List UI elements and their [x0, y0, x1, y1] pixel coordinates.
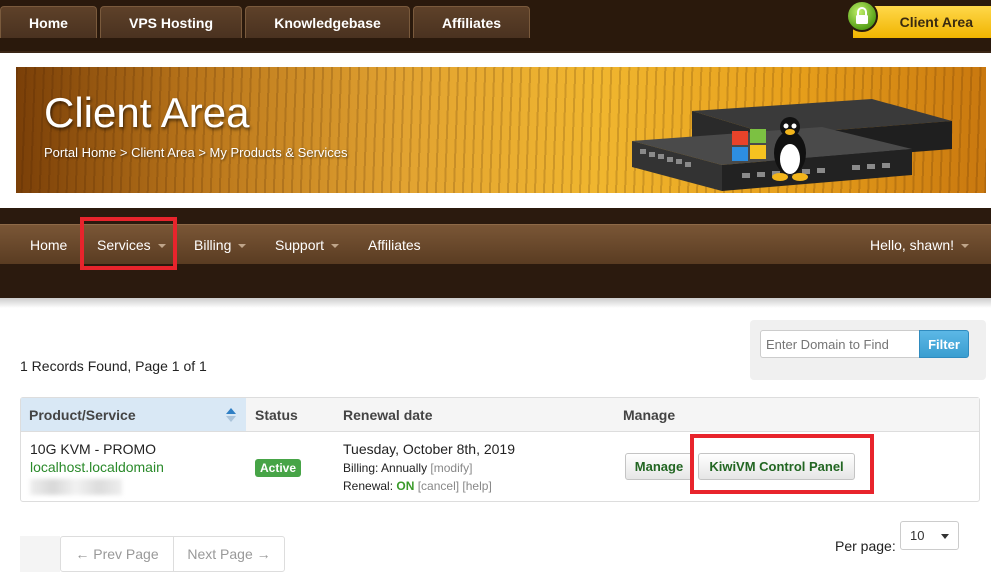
top-tab-knowledgebase[interactable]: Knowledgebase [245, 6, 410, 38]
manage-button[interactable]: Manage [625, 453, 693, 480]
nav-affiliates[interactable]: Affiliates [368, 225, 421, 265]
nav-home-label: Home [30, 237, 68, 253]
status-badge: Active [255, 459, 302, 477]
redacted-ip [30, 479, 122, 495]
next-page-button[interactable]: Next Page → [174, 537, 284, 571]
kiwivm-highlight-box [690, 434, 874, 494]
cancel-link[interactable]: [cancel] [418, 479, 459, 493]
services-table: Product/Service Status Renewal date Mana… [20, 397, 980, 502]
records-prefix: 1 Records Found, Page [20, 358, 172, 374]
records-middle: of [179, 358, 200, 374]
caret-down-icon [331, 244, 340, 248]
billing-value: Annually [381, 461, 428, 475]
records-page: 1 [171, 358, 180, 374]
content-top-shadow [0, 298, 991, 308]
auto-renewal: Renewal: ON [cancel] [help] [343, 479, 492, 493]
records-total: 1 [199, 358, 207, 374]
modify-link[interactable]: [modify] [430, 461, 472, 475]
table-row: 10G KVM - PROMO localhost.localdomain Ac… [21, 432, 979, 502]
breadcrumb-separator: > [198, 145, 206, 160]
per-page-label: Per page: [835, 538, 896, 554]
banner-frame: Client Area Portal Home > Client Area > … [0, 51, 991, 208]
nav-home[interactable]: Home [30, 225, 67, 265]
nav-support-label: Support [275, 237, 325, 253]
breadcrumb-client-area[interactable]: Client Area [131, 145, 195, 160]
column-header-manage: Manage [623, 406, 676, 423]
caret-down-icon [961, 244, 969, 248]
billing-label: Billing: [343, 461, 382, 475]
top-tab-vps-hosting[interactable]: VPS Hosting [100, 6, 242, 38]
server-illustration [632, 99, 952, 191]
table-header: Product/Service Status Renewal date Mana… [21, 398, 979, 432]
records-summary: 1 Records Found, Page 1 of 1 [20, 358, 207, 374]
domain-filter: Filter [750, 320, 986, 380]
renewal-label: Renewal: [343, 479, 397, 493]
user-greeting: Hello, shawn! [869, 237, 954, 253]
filter-button[interactable]: Filter [919, 330, 969, 358]
pagination: ← Prev Page Next Page → [60, 536, 285, 572]
billing-cycle: Billing: Annually [modify] [343, 461, 472, 475]
page-title: Client Area [44, 89, 250, 136]
per-page-select[interactable]: 10 [900, 521, 959, 550]
nav-affiliates-label: Affiliates [368, 237, 421, 253]
column-header-product-label: Product/Service [29, 406, 136, 423]
column-header-product[interactable]: Product/Service [21, 398, 246, 431]
sort-icon [226, 408, 236, 422]
breadcrumb-portal-home[interactable]: Portal Home [44, 145, 116, 160]
user-menu[interactable]: Hello, shawn! [870, 225, 969, 265]
top-tab-affiliates[interactable]: Affiliates [413, 6, 530, 38]
column-header-status[interactable]: Status [247, 398, 335, 431]
domain-search-input[interactable] [760, 330, 920, 358]
nav-billing[interactable]: Billing [194, 225, 247, 265]
lock-icon [846, 0, 878, 32]
column-header-renewal[interactable]: Renewal date [335, 398, 615, 431]
help-link[interactable]: [help] [462, 479, 491, 493]
main-nav-wrapper: Home Services Billing Support Affiliates… [0, 208, 991, 298]
nav-billing-label: Billing [194, 237, 232, 253]
main-content: 1 Records Found, Page 1 of 1 Filter Prod… [0, 298, 991, 578]
services-highlight-box [80, 217, 177, 270]
caret-down-icon [238, 244, 247, 248]
breadcrumb: Portal Home > Client Area > My Products … [44, 145, 348, 160]
breadcrumb-separator: > [119, 145, 128, 160]
renewal-value: ON [396, 479, 415, 493]
product-name: 10G KVM - PROMO [30, 441, 157, 457]
per-page-value: 10 [910, 528, 925, 543]
renewal-date: Tuesday, October 8th, 2019 [343, 441, 515, 457]
top-tab-bar: Home VPS Hosting Knowledgebase Affiliate… [0, 0, 991, 51]
nav-support[interactable]: Support [275, 225, 340, 265]
chevron-down-icon [941, 534, 949, 539]
banner: Client Area Portal Home > Client Area > … [16, 67, 986, 193]
breadcrumb-current: My Products & Services [209, 145, 348, 160]
service-domain-link[interactable]: localhost.localdomain [30, 459, 164, 475]
pager-spacer [20, 536, 60, 572]
prev-page-button[interactable]: ← Prev Page [61, 537, 173, 571]
top-tab-home[interactable]: Home [0, 6, 97, 38]
